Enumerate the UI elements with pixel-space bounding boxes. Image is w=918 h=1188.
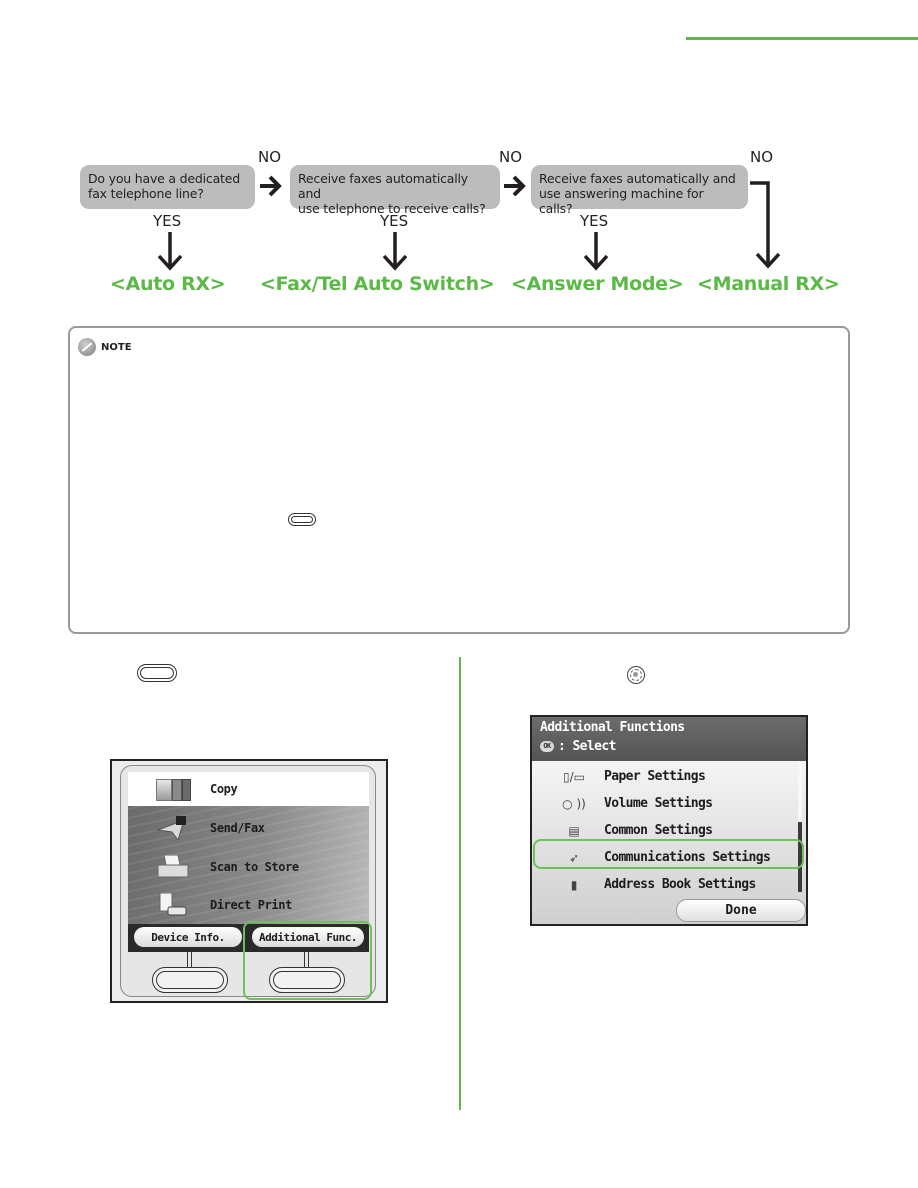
arrow-right-icon [260, 175, 282, 197]
yes-label-1: YES [153, 212, 182, 230]
common-settings-icon: ▤ [568, 823, 580, 838]
done-button[interactable]: Done [676, 899, 806, 922]
list-item-address-book-settings[interactable]: ▮ Address Book Settings [532, 871, 800, 898]
arrow-down-icon [382, 232, 408, 271]
pencil-icon [78, 338, 96, 356]
additional-func-highlight [243, 921, 372, 1000]
yes-label-2: YES [380, 212, 409, 230]
screen-header: Additional Functions OK : Select [532, 717, 806, 761]
question-box-1: Do you have a dedicated fax telephone li… [80, 165, 255, 209]
menu-item-direct-print[interactable]: Direct Print [128, 887, 369, 923]
result-auto-rx: <Auto RX> [110, 273, 226, 295]
direct-print-icon [156, 892, 190, 917]
additional-functions-screen: Additional Functions OK : Select ▯/▭ Pap… [530, 715, 808, 926]
result-fax-tel-auto-switch: <Fax/Tel Auto Switch> [260, 273, 495, 295]
main-menu-key-icon [288, 513, 316, 526]
volume-icon: ○ )) [562, 796, 586, 811]
left-hardware-key[interactable] [152, 967, 228, 993]
menu-item-copy[interactable]: Copy [128, 772, 369, 806]
note-header: NOTE [78, 338, 132, 356]
screen-title: Additional Functions [540, 720, 685, 735]
note-box [68, 326, 850, 634]
no-label-1: NO [258, 148, 282, 166]
list-item-paper-settings[interactable]: ▯/▭ Paper Settings [532, 763, 800, 790]
paper-settings-icon: ▯/▭ [563, 769, 585, 784]
arrow-down-icon [583, 232, 609, 271]
main-menu-key-icon [137, 664, 177, 682]
no-label-3: NO [750, 148, 774, 166]
address-book-icon: ▮ [570, 877, 578, 892]
left-key-connector [187, 952, 192, 968]
result-answer-mode: <Answer Mode> [511, 273, 684, 295]
column-divider [459, 657, 461, 1110]
communications-settings-highlight [533, 839, 804, 869]
arrow-right-icon [504, 175, 526, 197]
question-box-3: Receive faxes automatically and use answ… [531, 165, 748, 216]
arrow-down-icon [157, 232, 183, 271]
copy-icon [156, 777, 191, 801]
screen-subtitle: OK : Select [540, 739, 616, 754]
device-info-button[interactable]: Device Info. [134, 927, 242, 947]
result-manual-rx: <Manual RX> [697, 273, 840, 295]
scan-icon [156, 854, 190, 879]
arrow-elbow-down-icon [750, 181, 781, 269]
menu-item-send-fax[interactable]: Send/Fax [128, 810, 369, 846]
header-rule [686, 37, 918, 40]
no-label-2: NO [499, 148, 523, 166]
send-fax-icon [156, 816, 190, 842]
list-item-volume-settings[interactable]: ○ )) Volume Settings [532, 790, 800, 817]
menu-item-scan-to-store[interactable]: Scan to Store [128, 849, 369, 885]
question-box-2: Receive faxes automatically and use tele… [290, 165, 500, 216]
scroll-wheel-icon [627, 666, 645, 684]
ok-key-icon: OK [540, 741, 554, 752]
yes-label-3: YES [580, 212, 609, 230]
